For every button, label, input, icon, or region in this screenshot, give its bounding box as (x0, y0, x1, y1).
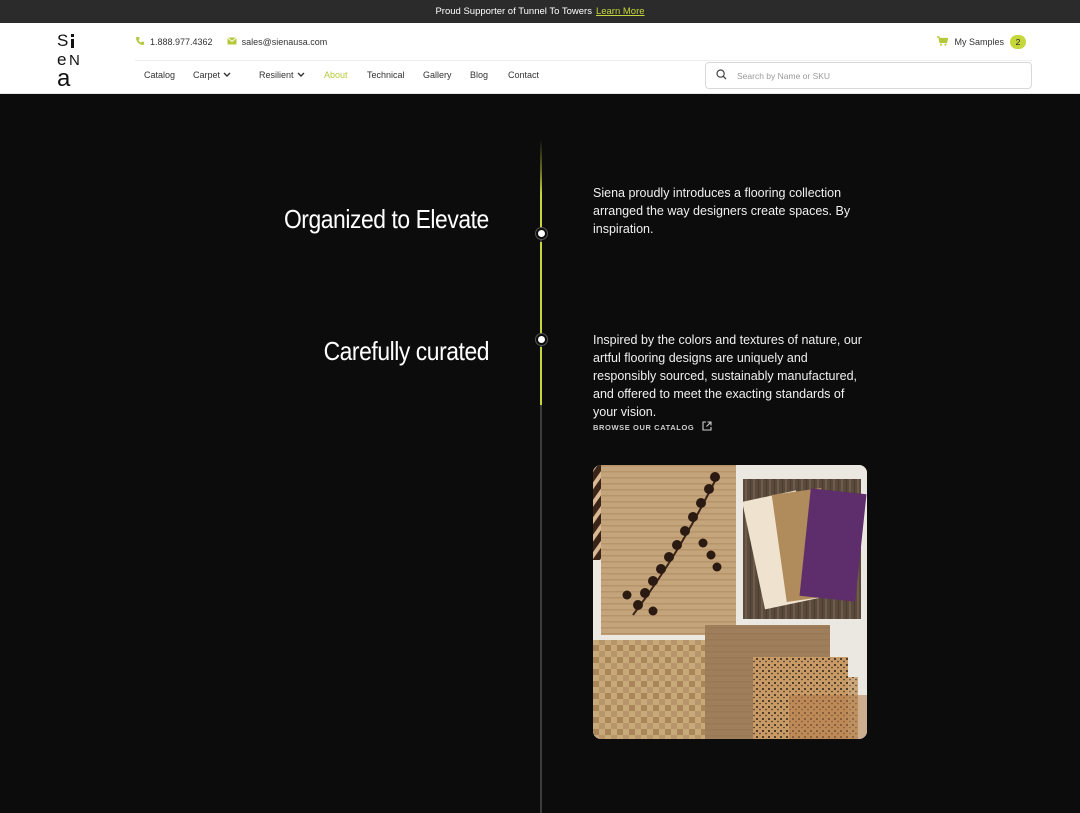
siena-logo[interactable]: S e N a (57, 31, 83, 92)
chevron-down-icon (297, 70, 305, 80)
timeline-progress-segment (540, 347, 542, 405)
my-samples-label: My Samples (954, 37, 1004, 47)
section-body: Inspired by the colors and textures of n… (593, 333, 862, 419)
timeline-progress-segment (540, 242, 542, 334)
browse-catalog-label: BROWSE OUR CATALOG (593, 422, 695, 432)
banner-learn-more-link[interactable]: Learn More (596, 6, 645, 17)
timeline-line (540, 139, 542, 813)
nav-label: Blog (470, 70, 489, 80)
search-box (705, 62, 1032, 89)
nav-item-gallery[interactable]: Gallery (423, 70, 470, 80)
cart-icon (937, 36, 949, 48)
email-link[interactable]: sales@sienausa.com (226, 37, 328, 47)
svg-text:a: a (57, 65, 71, 89)
nav-item-contact[interactable]: Contact (508, 70, 539, 80)
external-link-icon (702, 421, 712, 433)
site-header: S e N a 1.888.977.4362 sales@sienausa.co… (0, 23, 1080, 94)
search-input[interactable] (737, 70, 1007, 81)
phone-icon (135, 36, 145, 48)
about-section: Organized to Elevate Siena proudly intro… (0, 94, 1080, 813)
browse-catalog-link[interactable]: BROWSE OUR CATALOG (593, 421, 712, 433)
svg-text:N: N (69, 52, 80, 69)
chevron-down-icon (223, 70, 231, 80)
nav-label: Carpet (193, 70, 221, 80)
header-divider (135, 60, 1032, 61)
nav-item-catalog[interactable]: Catalog (144, 70, 193, 80)
timeline-dot (536, 228, 547, 239)
phone-number: 1.888.977.4362 (150, 37, 213, 47)
search-icon[interactable] (716, 67, 727, 85)
phone-link[interactable]: 1.888.977.4362 (135, 36, 213, 48)
nav-label: Contact (508, 70, 540, 80)
nav-item-blog[interactable]: Blog (470, 70, 508, 80)
nav-item-about[interactable]: About (324, 70, 367, 80)
announcement-banner: Proud Supporter of Tunnel To Towers Lear… (0, 0, 1080, 23)
timeline-dot (536, 334, 547, 345)
section-heading: Organized to Elevate (284, 204, 489, 234)
email-address: sales@sienausa.com (241, 37, 328, 47)
section-body: Siena proudly introduces a flooring coll… (593, 186, 851, 236)
nav-item-carpet[interactable]: Carpet (193, 70, 259, 80)
main-nav: Catalog Carpet Resilient About Technical… (144, 70, 539, 80)
timeline-fade (540, 139, 542, 194)
my-samples-link[interactable]: My Samples 2 (937, 35, 1026, 49)
timeline-progress-segment (540, 194, 542, 229)
nav-item-technical[interactable]: Technical (367, 70, 423, 80)
nav-label: Catalog (144, 70, 176, 80)
samples-count-badge: 2 (1010, 35, 1026, 49)
nav-item-resilient[interactable]: Resilient (259, 70, 324, 80)
banner-text: Proud Supporter of Tunnel To Towers (435, 6, 592, 17)
svg-text:S: S (57, 31, 68, 50)
envelope-icon (226, 37, 237, 47)
contact-info: 1.888.977.4362 sales@sienausa.com (135, 36, 327, 48)
nav-label: Gallery (423, 70, 452, 80)
nav-label: Resilient (259, 70, 294, 80)
nav-label: About (324, 70, 348, 80)
nav-label: Technical (367, 70, 405, 80)
material-samples-image (593, 465, 867, 739)
section-heading: Carefully curated (323, 336, 490, 366)
